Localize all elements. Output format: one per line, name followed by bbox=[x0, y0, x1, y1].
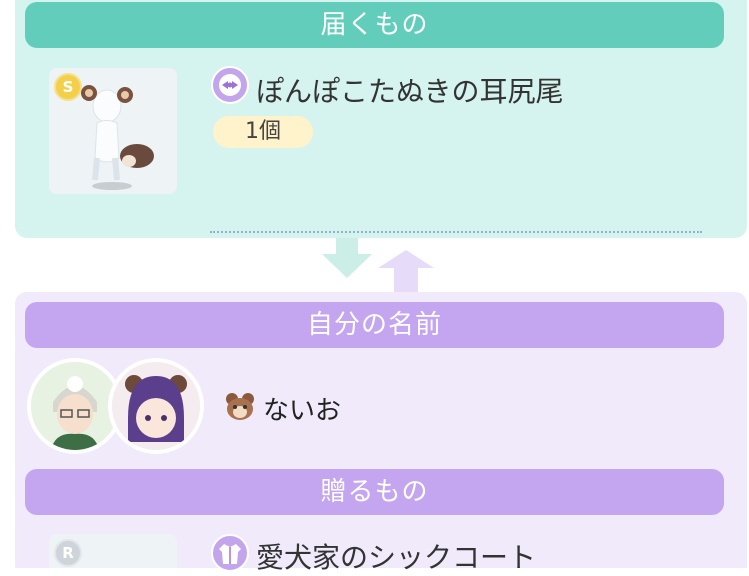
arrow-down-icon bbox=[322, 238, 372, 278]
sender-username: ないお bbox=[263, 396, 342, 426]
avatar-purple-hair-character bbox=[112, 362, 200, 450]
receive-item-name: ぽんぽこたぬきの耳尻尾 bbox=[256, 75, 564, 108]
tanuki-ears-tail-icon bbox=[81, 85, 154, 190]
avatar[interactable] bbox=[108, 358, 204, 454]
send-item-name: 愛犬家のシックコート bbox=[256, 541, 537, 574]
bow-hair-accessory-icon bbox=[211, 66, 249, 104]
sender-name-header: 自分の名前 bbox=[25, 302, 724, 348]
quantity-badge: 1個 bbox=[213, 116, 313, 148]
tanuki-emblem-icon bbox=[226, 393, 254, 420]
receive-item-thumbnail[interactable]: S bbox=[49, 68, 177, 194]
divider bbox=[210, 231, 702, 233]
coat-icon bbox=[211, 534, 249, 572]
arrow-up-icon bbox=[378, 250, 434, 292]
rarity-badge: R bbox=[54, 539, 82, 567]
avatar-glasses-character bbox=[31, 362, 119, 450]
send-header: 贈るもの bbox=[25, 469, 724, 515]
receive-header: 届くもの bbox=[25, 2, 724, 48]
send-item-thumbnail[interactable]: R bbox=[49, 534, 177, 568]
